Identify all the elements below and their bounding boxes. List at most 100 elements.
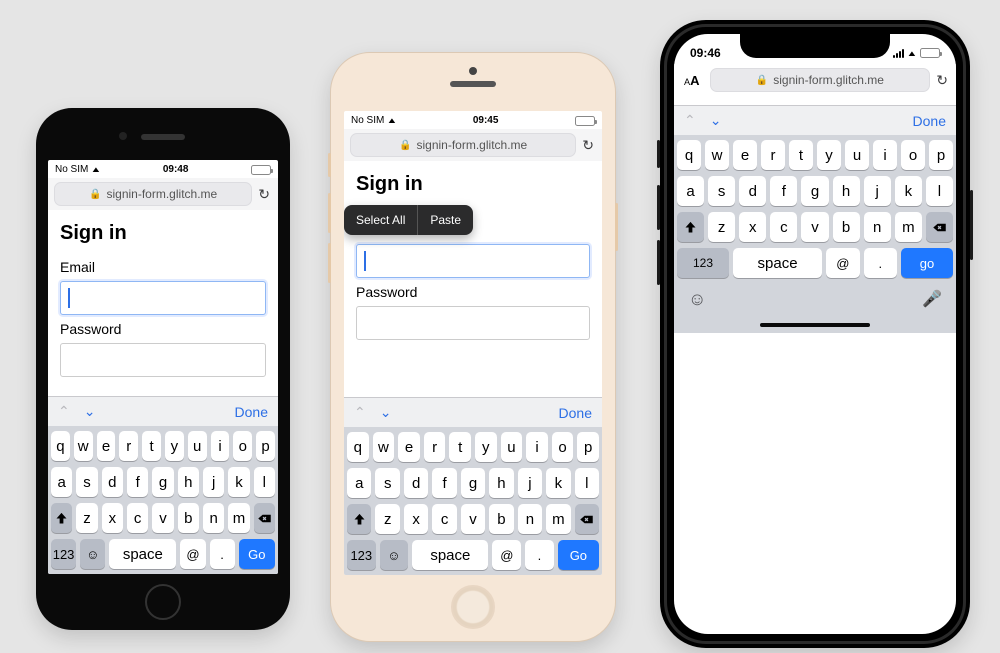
dot-key[interactable]: . bbox=[525, 540, 554, 570]
volume-up[interactable] bbox=[657, 185, 660, 230]
key-c[interactable]: c bbox=[127, 503, 148, 533]
email-field[interactable] bbox=[356, 244, 590, 278]
refresh-icon[interactable]: ↻ bbox=[582, 137, 596, 154]
volume-down[interactable] bbox=[657, 240, 660, 285]
prev-field-icon[interactable]: ⌃ bbox=[354, 404, 366, 421]
volume-up[interactable] bbox=[328, 193, 331, 233]
emoji-key[interactable]: ☺ bbox=[80, 539, 105, 569]
key-u[interactable]: u bbox=[501, 432, 523, 462]
key-y[interactable]: y bbox=[475, 432, 497, 462]
key-d[interactable]: d bbox=[404, 468, 428, 498]
url-bar[interactable]: 🔒 signin-form.glitch.me bbox=[54, 182, 252, 206]
key-p[interactable]: p bbox=[929, 140, 953, 170]
key-j[interactable]: j bbox=[203, 467, 224, 497]
space-key[interactable]: space bbox=[109, 539, 176, 569]
key-q[interactable]: q bbox=[51, 431, 70, 461]
key-i[interactable]: i bbox=[211, 431, 230, 461]
key-b[interactable]: b bbox=[489, 504, 513, 534]
key-m[interactable]: m bbox=[546, 504, 570, 534]
key-h[interactable]: h bbox=[178, 467, 199, 497]
key-n[interactable]: n bbox=[518, 504, 542, 534]
key-q[interactable]: q bbox=[347, 432, 369, 462]
home-indicator[interactable] bbox=[760, 323, 870, 327]
done-button[interactable]: Done bbox=[235, 404, 268, 420]
url-bar[interactable]: 🔒 signin-form.glitch.me bbox=[710, 68, 931, 92]
key-f[interactable]: f bbox=[432, 468, 456, 498]
numbers-key[interactable]: 123 bbox=[347, 540, 376, 570]
home-button[interactable] bbox=[145, 584, 181, 620]
key-u[interactable]: u bbox=[188, 431, 207, 461]
numbers-key[interactable]: 123 bbox=[51, 539, 76, 569]
space-key[interactable]: space bbox=[412, 540, 488, 570]
key-i[interactable]: i bbox=[526, 432, 548, 462]
emoji-key[interactable]: ☺ bbox=[380, 540, 409, 570]
key-z[interactable]: z bbox=[375, 504, 399, 534]
key-b[interactable]: b bbox=[178, 503, 199, 533]
key-y[interactable]: y bbox=[165, 431, 184, 461]
password-field[interactable] bbox=[60, 343, 266, 377]
key-o[interactable]: o bbox=[233, 431, 252, 461]
next-field-icon[interactable]: ⌄ bbox=[84, 403, 96, 420]
emoji-key[interactable]: ☺ bbox=[688, 289, 706, 310]
at-key[interactable]: @ bbox=[180, 539, 205, 569]
backspace-key[interactable] bbox=[254, 503, 275, 533]
volume-down[interactable] bbox=[328, 243, 331, 283]
key-g[interactable]: g bbox=[801, 176, 828, 206]
go-key[interactable]: Go bbox=[558, 540, 599, 570]
key-z[interactable]: z bbox=[708, 212, 735, 242]
key-i[interactable]: i bbox=[873, 140, 897, 170]
key-t[interactable]: t bbox=[789, 140, 813, 170]
shift-key[interactable] bbox=[677, 212, 704, 242]
key-w[interactable]: w bbox=[373, 432, 395, 462]
key-u[interactable]: u bbox=[845, 140, 869, 170]
key-x[interactable]: x bbox=[102, 503, 123, 533]
key-a[interactable]: a bbox=[677, 176, 704, 206]
dot-key[interactable]: . bbox=[864, 248, 897, 278]
shift-key[interactable] bbox=[347, 504, 371, 534]
key-h[interactable]: h bbox=[833, 176, 860, 206]
key-t[interactable]: t bbox=[142, 431, 161, 461]
key-e[interactable]: e bbox=[398, 432, 420, 462]
key-l[interactable]: l bbox=[926, 176, 953, 206]
key-d[interactable]: d bbox=[102, 467, 123, 497]
backspace-key[interactable] bbox=[926, 212, 953, 242]
key-d[interactable]: d bbox=[739, 176, 766, 206]
dictation-key[interactable]: 🎤 bbox=[922, 289, 942, 309]
context-select-all[interactable]: Select All bbox=[344, 205, 417, 235]
key-w[interactable]: w bbox=[705, 140, 729, 170]
prev-field-icon[interactable]: ⌃ bbox=[684, 112, 696, 129]
url-bar[interactable]: 🔒 signin-form.glitch.me bbox=[350, 133, 576, 157]
shift-key[interactable] bbox=[51, 503, 72, 533]
text-size-button[interactable]: AA bbox=[680, 73, 704, 88]
key-j[interactable]: j bbox=[518, 468, 542, 498]
numbers-key[interactable]: 123 bbox=[677, 248, 729, 278]
key-f[interactable]: f bbox=[127, 467, 148, 497]
done-button[interactable]: Done bbox=[913, 113, 946, 129]
key-l[interactable]: l bbox=[254, 467, 275, 497]
password-field[interactable] bbox=[356, 306, 590, 340]
key-a[interactable]: a bbox=[51, 467, 72, 497]
backspace-key[interactable] bbox=[575, 504, 599, 534]
context-paste[interactable]: Paste bbox=[418, 205, 473, 235]
key-n[interactable]: n bbox=[864, 212, 891, 242]
key-q[interactable]: q bbox=[677, 140, 701, 170]
key-s[interactable]: s bbox=[708, 176, 735, 206]
email-field[interactable] bbox=[60, 281, 266, 315]
dot-key[interactable]: . bbox=[210, 539, 235, 569]
key-o[interactable]: o bbox=[552, 432, 574, 462]
next-field-icon[interactable]: ⌄ bbox=[380, 404, 392, 421]
key-o[interactable]: o bbox=[901, 140, 925, 170]
key-s[interactable]: s bbox=[375, 468, 399, 498]
key-h[interactable]: h bbox=[489, 468, 513, 498]
space-key[interactable]: space bbox=[733, 248, 822, 278]
key-v[interactable]: v bbox=[801, 212, 828, 242]
key-w[interactable]: w bbox=[74, 431, 93, 461]
key-p[interactable]: p bbox=[256, 431, 275, 461]
key-l[interactable]: l bbox=[575, 468, 599, 498]
key-m[interactable]: m bbox=[895, 212, 922, 242]
key-r[interactable]: r bbox=[424, 432, 446, 462]
at-key[interactable]: @ bbox=[826, 248, 859, 278]
refresh-icon[interactable]: ↻ bbox=[936, 72, 950, 89]
key-s[interactable]: s bbox=[76, 467, 97, 497]
key-e[interactable]: e bbox=[97, 431, 116, 461]
